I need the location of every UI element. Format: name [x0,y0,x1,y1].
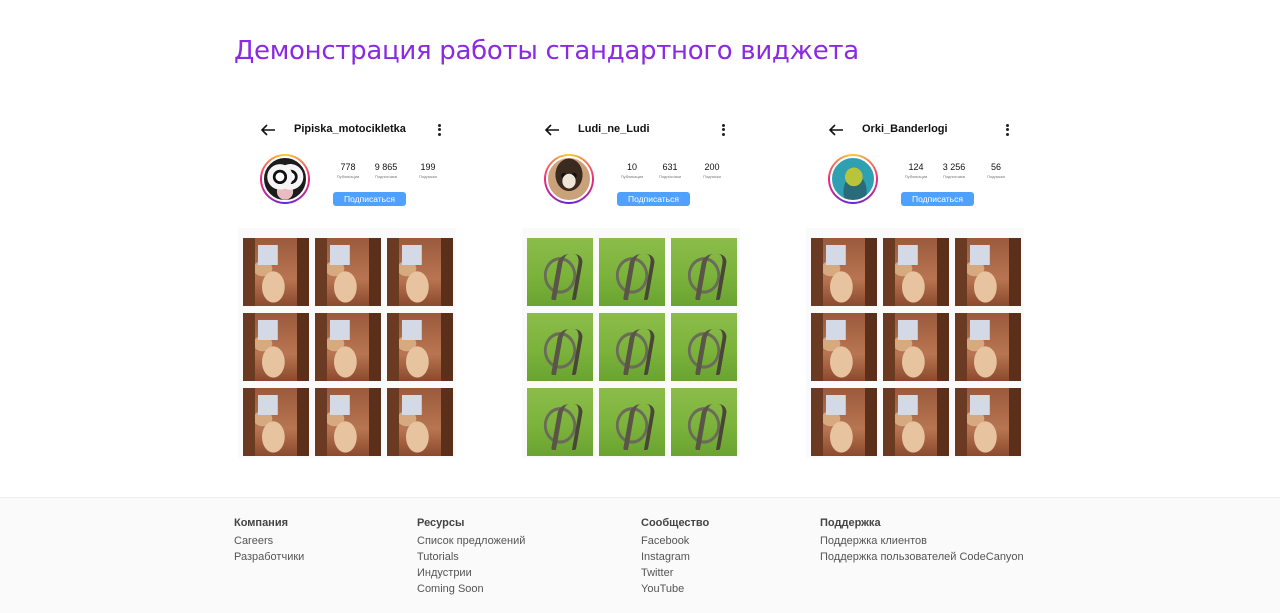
post-thumbnail[interactable] [671,238,737,306]
footer-column-title: Сообщество [641,517,710,529]
stat-posts: 778 Публикации [336,162,360,179]
footer-link-youtube[interactable]: YouTube [641,581,709,597]
post-thumbnail[interactable] [883,238,949,306]
footer-column-title: Поддержка [820,517,881,529]
post-thumbnail[interactable] [955,388,1021,456]
stat-following: 56 Подписки [987,162,1005,179]
stat-posts: 124 Публикации [904,162,928,179]
back-arrow-icon[interactable] [828,122,844,138]
profile-stats: 10 Публикации 631 Подписчики 200 Подписки [618,162,736,186]
post-thumbnail[interactable] [599,238,665,306]
more-options-icon[interactable] [1004,122,1010,138]
footer-column-title: Компания [234,517,289,529]
profile-stats: 124 Публикации 3 256 Подписчики 56 Подписки [902,162,1020,186]
footer-link-industries[interactable]: Индустрии [417,565,525,581]
avatar[interactable] [544,154,594,204]
stat-posts: 10 Публикации [620,162,644,179]
footer-link-tutorials[interactable]: Tutorials [417,549,525,565]
post-thumbnail[interactable] [243,313,309,381]
username: Pipiska_motocikletka [294,123,406,135]
widget-header: Orki_Banderlogi [806,120,1024,140]
post-thumbnail[interactable] [811,388,877,456]
post-thumbnail[interactable] [387,313,453,381]
post-thumbnail[interactable] [599,313,665,381]
username: Ludi_ne_Ludi [578,123,650,135]
instagram-widget-1: Pipiska_motocikletka 778 Публикации 9 865… [238,112,456,458]
avatar[interactable] [260,154,310,204]
instagram-widget-2: Ludi_ne_Ludi 10 Публикации 631 Подписчики … [522,112,740,458]
stat-following: 199 Подписки [419,162,437,179]
post-thumbnail[interactable] [811,238,877,306]
stat-following: 200 Подписки [703,162,721,179]
back-arrow-icon[interactable] [544,122,560,138]
footer-column-resources: Ресурсы Список предложений Tutorials Инд… [417,517,525,597]
footer-link-codecanyon-support[interactable]: Поддержка пользователей CodeCanyon [820,549,1024,565]
footer-link-instagram[interactable]: Instagram [641,549,709,565]
post-thumbnail[interactable] [955,313,1021,381]
username: Orki_Banderlogi [862,123,948,135]
post-thumbnail[interactable] [883,313,949,381]
more-options-icon[interactable] [436,122,442,138]
widget-header: Ludi_ne_Ludi [522,120,740,140]
posts-grid [811,238,1021,456]
instagram-widget-3: Orki_Banderlogi 124 Публикации 3 256 Подпи… [806,112,1024,458]
post-thumbnail[interactable] [527,313,593,381]
post-thumbnail[interactable] [243,238,309,306]
posts-grid [243,238,453,456]
avatar-ferret-icon [546,156,592,202]
post-thumbnail[interactable] [315,238,381,306]
page-title: Демонстрация работы стандартного виджета [234,36,859,66]
follow-button[interactable]: Подписаться [333,192,406,206]
footer-column-community: Сообщество Facebook Instagram Twitter Yo… [641,517,709,597]
avatar[interactable] [828,154,878,204]
follow-button[interactable]: Подписаться [901,192,974,206]
avatar-powerpuff-icon [262,156,308,202]
footer-column-company: Компания Careers Разработчики [234,517,304,565]
post-thumbnail[interactable] [315,388,381,456]
footer-link-customer-support[interactable]: Поддержка клиентов [820,533,1024,549]
footer-link-coming-soon[interactable]: Coming Soon [417,581,525,597]
footer-link-developers[interactable]: Разработчики [234,549,304,565]
footer-column-title: Ресурсы [417,517,465,529]
stat-followers: 9 865 Подписчики [374,162,398,179]
post-thumbnail[interactable] [955,238,1021,306]
post-thumbnail[interactable] [243,388,309,456]
post-thumbnail[interactable] [599,388,665,456]
avatar-cartoon-icon [830,156,876,202]
footer-link-twitter[interactable]: Twitter [641,565,709,581]
post-thumbnail[interactable] [671,313,737,381]
post-thumbnail[interactable] [387,238,453,306]
post-thumbnail[interactable] [811,313,877,381]
footer-link-careers[interactable]: Careers [234,533,304,549]
footer-link-facebook[interactable]: Facebook [641,533,709,549]
profile-stats: 778 Публикации 9 865 Подписчики 199 Подписк… [334,162,452,186]
stat-followers: 631 Подписчики [658,162,681,179]
post-thumbnail[interactable] [883,388,949,456]
more-options-icon[interactable] [720,122,726,138]
footer-link-offers[interactable]: Список предложений [417,533,525,549]
stat-followers: 3 256 Подписчики [942,162,966,179]
post-thumbnail[interactable] [387,388,453,456]
widget-header: Pipiska_motocikletka [238,120,456,140]
back-arrow-icon[interactable] [260,122,276,138]
footer-column-support: Поддержка Поддержка клиентов Поддержка п… [820,517,1024,565]
post-thumbnail[interactable] [527,238,593,306]
post-thumbnail[interactable] [315,313,381,381]
footer: Компания Careers Разработчики Ресурсы Сп… [0,497,1280,613]
posts-grid [527,238,737,456]
follow-button[interactable]: Подписаться [617,192,690,206]
post-thumbnail[interactable] [671,388,737,456]
post-thumbnail[interactable] [527,388,593,456]
